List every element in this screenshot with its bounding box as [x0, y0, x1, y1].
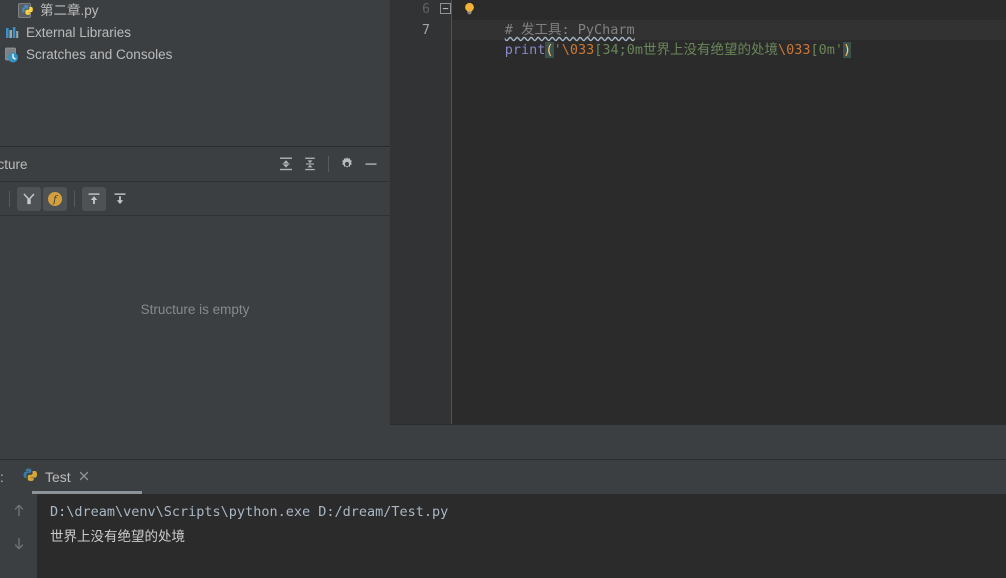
tree-item-python-file[interactable]: 第二章.py: [0, 0, 390, 22]
line-number: 7: [421, 22, 430, 38]
toolbar-divider: [9, 190, 10, 207]
code-token-escape-2: \033: [778, 42, 811, 58]
console-output[interactable]: D:\dream\venv\Scripts\python.exe D:/drea…: [37, 494, 1006, 572]
toolbar-divider: [74, 190, 75, 207]
code-token-close-paren: ): [843, 42, 852, 58]
next-occurrence-icon[interactable]: [8, 532, 30, 554]
line-number: 6: [422, 2, 430, 17]
structure-header: ucture: [0, 147, 390, 182]
code-token-quote-open: ': [553, 42, 562, 58]
left-tool-column: 第二章.py External Libraries Scratches and …: [0, 0, 390, 459]
run-tab-bar: : Test: [0, 460, 1006, 494]
close-icon[interactable]: [78, 470, 90, 485]
structure-empty-message: Structure is empty: [140, 302, 250, 317]
structure-header-actions: [275, 153, 382, 175]
scratches-icon: [4, 47, 22, 63]
toolbar-divider: [328, 156, 329, 172]
code-token-string-end: [0m': [810, 42, 844, 58]
code-token-comment: # 发工具: PyCharm: [504, 22, 635, 38]
minimize-icon[interactable]: [360, 153, 382, 175]
console-command-line: D:\dream\venv\Scripts\python.exe D:/drea…: [50, 504, 449, 520]
tree-item-scratches-and-consoles[interactable]: Scratches and Consoles: [0, 44, 390, 66]
run-tab-test[interactable]: Test: [12, 460, 142, 494]
code-token-function: print: [504, 42, 546, 58]
tree-item-label: Scratches and Consoles: [26, 47, 173, 62]
tree-item-label: External Libraries: [26, 25, 132, 40]
structure-toolbar: f: [0, 182, 390, 216]
external-libraries-icon: [4, 25, 22, 41]
python-run-icon: [22, 467, 39, 487]
code-editor[interactable]: 6 7 # 发工具: PyCharm print('\033[34;0m世界上没…: [390, 0, 1006, 459]
collapse-fold-icon[interactable]: [440, 2, 451, 14]
code-token-string-body: [34;0m世界上没有绝望的处境: [594, 42, 778, 58]
run-panel-prefix: :: [0, 469, 4, 485]
project-tree[interactable]: 第二章.py External Libraries Scratches and …: [0, 0, 390, 146]
sort-by-visibility-icon[interactable]: [17, 186, 41, 211]
collapse-all-icon[interactable]: [299, 153, 321, 175]
show-fields-icon[interactable]: f: [43, 186, 67, 211]
gear-icon[interactable]: [336, 153, 358, 175]
expand-all-icon[interactable]: [275, 153, 297, 175]
tree-item-label: 第二章.py: [40, 3, 99, 18]
show-inherited-icon[interactable]: [82, 186, 106, 211]
editor-bottom-strip: [390, 424, 1006, 459]
structure-content: Structure is empty: [0, 216, 390, 459]
editor-gutter[interactable]: 6 7: [390, 0, 452, 459]
code-line[interactable]: # 发工具: PyCharm: [452, 0, 1006, 38]
tree-item-external-libraries[interactable]: External Libraries: [0, 22, 390, 44]
show-imported-icon[interactable]: [108, 187, 132, 211]
python-file-icon: [18, 3, 36, 19]
run-tab-label: Test: [45, 469, 71, 485]
code-token-escape-1: \033: [561, 42, 595, 58]
run-tool-window: : Test D:\dream\venv\Scripts\python.exe …: [0, 459, 1006, 578]
previous-occurrence-icon[interactable]: [8, 500, 30, 522]
structure-tool-window: ucture: [0, 146, 390, 459]
code-text-area[interactable]: # 发工具: PyCharm print('\033[34;0m世界上没有绝望的…: [452, 0, 1006, 58]
structure-title: ucture: [0, 156, 28, 172]
run-console-sidebar: [0, 494, 38, 578]
console-output-line: 世界上没有绝望的处境: [50, 529, 185, 545]
gutter-divider: [451, 0, 452, 425]
code-token-open-paren: (: [545, 42, 554, 58]
